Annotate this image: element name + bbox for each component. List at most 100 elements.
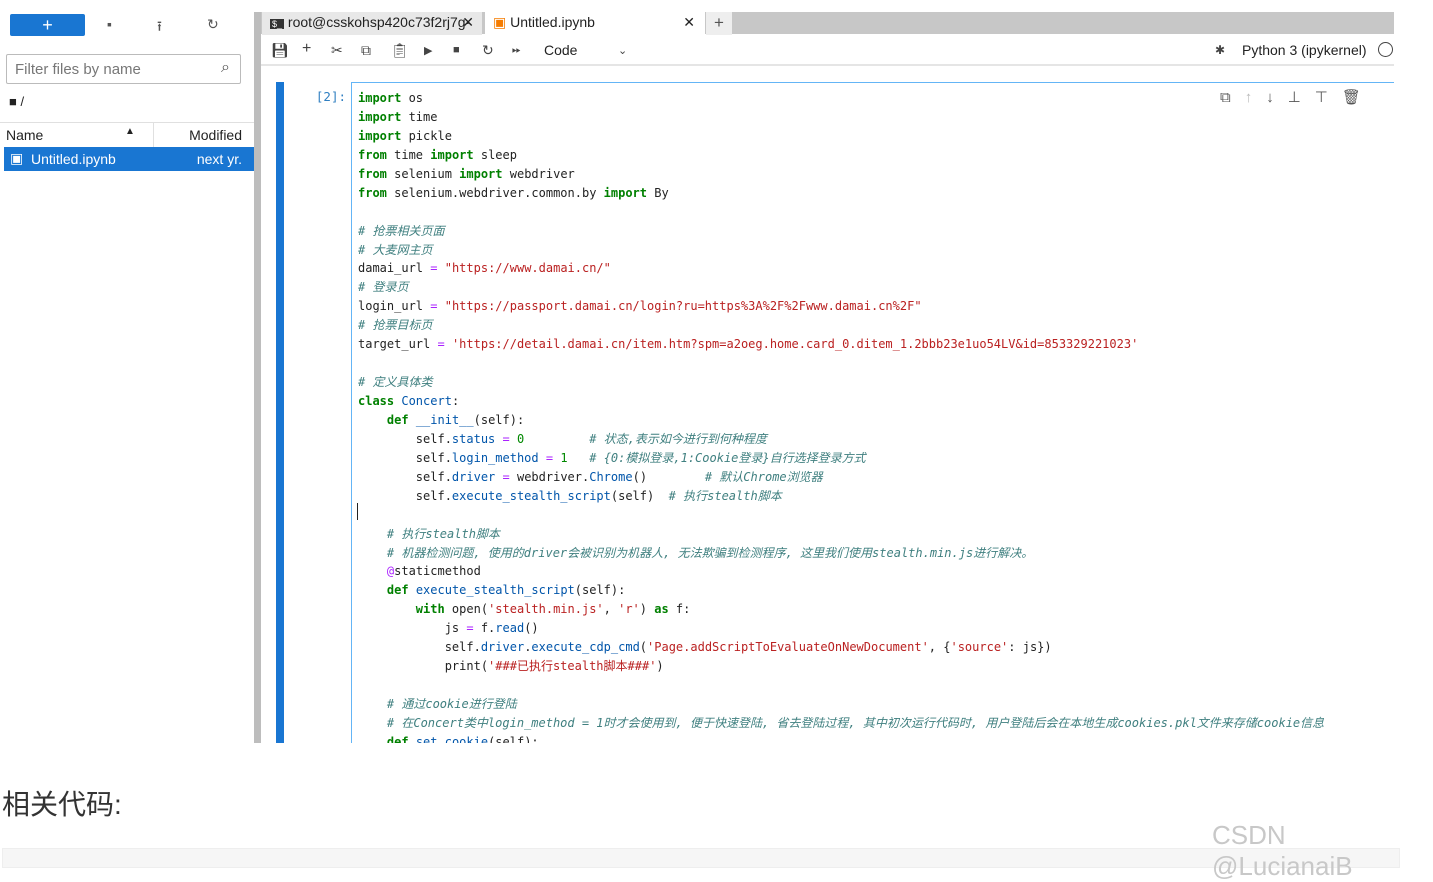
- code-token: By: [647, 185, 669, 200]
- breadcrumb[interactable]: ■ /: [9, 94, 24, 109]
- code-content[interactable]: import os import time import pickle from ti…: [358, 89, 1324, 743]
- code-line: js = f.read(): [358, 619, 1324, 638]
- stop-icon[interactable]: ■: [453, 44, 460, 56]
- code-token: ): [639, 602, 655, 617]
- debugger-icon[interactable]: ✱: [1215, 43, 1225, 57]
- code-token: # 抢票目标页: [358, 318, 433, 333]
- code-token: def: [386, 734, 409, 743]
- column-modified[interactable]: Modified: [189, 127, 242, 143]
- code-token: # 机器检测问题, 使用的driver会被识别为机器人, 无法欺骗到检测程序, …: [386, 545, 1034, 560]
- close-icon[interactable]: ✕: [683, 12, 695, 33]
- code-token: # 定义具体类: [358, 375, 433, 390]
- code-token: # 通过cookie进行登陆: [386, 697, 517, 711]
- insert-below-icon[interactable]: ⊤: [1315, 89, 1328, 106]
- filter-placeholder: Filter files by name: [15, 61, 141, 78]
- code-token: open(: [444, 602, 489, 617]
- code-token: time: [401, 109, 438, 124]
- new-folder-icon[interactable]: ▪: [107, 16, 112, 32]
- cut-icon[interactable]: ✂: [331, 42, 343, 59]
- code-token: import: [430, 147, 474, 162]
- insert-above-icon[interactable]: ⊥: [1288, 89, 1301, 106]
- code-token: =: [502, 431, 510, 446]
- run-all-icon[interactable]: ⏩︎: [512, 44, 521, 57]
- code-token: ): [656, 659, 664, 674]
- code-token: f.: [473, 621, 496, 636]
- code-token: selenium: [386, 166, 460, 181]
- paste-icon[interactable]: 📋︎: [391, 42, 409, 59]
- upload-icon[interactable]: ⭱: [157, 16, 162, 40]
- code-line: # 定义具体类: [358, 373, 1324, 392]
- code-token: import: [358, 109, 402, 124]
- active-cell-indicator: [276, 82, 284, 743]
- run-icon[interactable]: ▶: [424, 44, 432, 57]
- new-tab-button[interactable]: +: [706, 12, 732, 35]
- code-line: login_url = "https://passport.damai.cn/l…: [358, 297, 1324, 316]
- insert-cell-icon[interactable]: +: [302, 40, 311, 58]
- kernel-name[interactable]: Python 3 (ipykernel): [1242, 42, 1367, 58]
- tab-terminal[interactable]: $_ root@csskohsp420c73f2rj7g· ✕: [262, 12, 482, 35]
- code-line: # 登录页: [358, 278, 1324, 297]
- code-token: selenium.webdriver.common.by: [386, 185, 604, 200]
- refresh-icon[interactable]: ↻: [207, 16, 219, 33]
- code-token: 'r': [618, 602, 640, 617]
- file-list-header: Name ▲ Modified: [0, 122, 254, 147]
- code-line: print('###已执行stealth脚本###'): [358, 657, 1324, 676]
- duplicate-cell-icon[interactable]: ⧉: [1220, 89, 1231, 106]
- code-token: login_method: [451, 450, 539, 465]
- tab-notebook[interactable]: ▣ Untitled.ipynb ✕: [485, 12, 705, 36]
- save-icon[interactable]: 💾︎: [271, 42, 289, 59]
- code-token: read: [495, 621, 525, 636]
- code-token: 'https://detail.damai.cn/item.htm?spm=a2…: [451, 337, 1139, 352]
- code-token: self.: [358, 431, 452, 446]
- close-icon[interactable]: ✕: [462, 12, 474, 33]
- column-name[interactable]: Name: [6, 127, 43, 143]
- file-name: Untitled.ipynb: [31, 151, 116, 167]
- breadcrumb-root[interactable]: /: [20, 94, 24, 109]
- file-row[interactable]: ▣ Untitled.ipynb next yr.: [4, 147, 254, 171]
- code-token: # 在Concert类中login_method = 1时才会使用到, 便于快速…: [386, 715, 1325, 730]
- move-down-icon[interactable]: ↓: [1266, 89, 1274, 106]
- tab-label: root@csskohsp420c73f2rj7g·: [287, 14, 471, 30]
- code-token: with: [415, 602, 445, 617]
- code-token: self.: [358, 488, 452, 503]
- code-token: time: [386, 147, 431, 162]
- restart-icon[interactable]: ↻: [482, 42, 494, 59]
- code-line: import pickle: [358, 127, 1324, 146]
- kernel-status-icon: [1378, 42, 1393, 57]
- code-token: =: [545, 450, 554, 465]
- move-up-icon[interactable]: ↑: [1245, 89, 1253, 106]
- code-editor[interactable]: import os import time import pickle from ti…: [351, 82, 1394, 743]
- code-line: # 执行stealth脚本: [358, 525, 1324, 544]
- code-token: import: [358, 128, 402, 143]
- code-token: (self):: [488, 734, 539, 743]
- code-token: # 抢票相关页面: [358, 223, 445, 238]
- code-token: driver: [451, 469, 496, 484]
- chevron-down-icon[interactable]: ⌄: [618, 44, 627, 57]
- copy-icon[interactable]: ⧉: [361, 42, 371, 59]
- watermark: CSDN @LucianaiB: [1212, 820, 1353, 881]
- code-token: webdriver.: [509, 469, 590, 484]
- code-token: "https://passport.damai.cn/login?ru=http…: [444, 299, 922, 314]
- code-token: "https://www.damai.cn/": [444, 261, 611, 276]
- filter-files-input[interactable]: Filter files by name ⌕: [6, 54, 241, 84]
- code-token: (self):: [574, 583, 626, 598]
- code-token: 1: [560, 450, 568, 465]
- code-token: def: [386, 412, 409, 427]
- delete-cell-icon[interactable]: 🗑︎: [1342, 89, 1361, 106]
- cell-type-select[interactable]: Code: [544, 42, 577, 58]
- sidebar-resize-handle[interactable]: [254, 12, 261, 743]
- code-line: # 大麦网主页: [358, 241, 1324, 260]
- code-token: import: [358, 91, 402, 105]
- code-line: # 机器检测问题, 使用的driver会被识别为机器人, 无法欺骗到检测程序, …: [358, 544, 1324, 563]
- code-token: (: [639, 640, 648, 655]
- new-launcher-button[interactable]: +: [10, 14, 85, 36]
- execution-count: [2]:: [315, 89, 346, 104]
